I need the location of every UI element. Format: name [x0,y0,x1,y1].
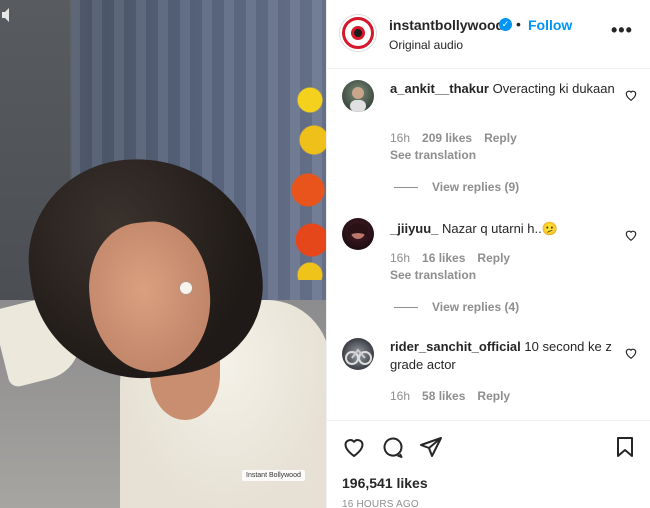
replies-divider [394,187,418,189]
comment-meta: 16h 209 likes Reply [390,131,517,145]
comments-list[interactable]: a_ankit__thakur Overacting ki dukaan 16h… [327,70,650,420]
comment-time: 16h [390,251,411,265]
replies-divider [394,307,418,309]
share-icon[interactable] [419,435,443,459]
comment-meta: 16h 58 likes Reply [390,389,510,403]
view-replies-label: View replies (9) [432,180,520,194]
post-likes-count[interactable]: 196,541 likes [342,475,428,491]
comment-text: a_ankit__thakur Overacting ki dukaan [390,80,616,98]
comment-likes[interactable]: 209 likes [422,131,472,145]
like-heart-icon[interactable] [342,435,366,459]
profile-avatar[interactable] [340,15,376,51]
post-actions-bar: 196,541 likes 16 HOURS AGO [327,420,650,508]
view-replies-button[interactable]: View replies (9) [394,180,519,194]
post-video[interactable]: Instant Bollywood [0,0,326,508]
comment-likes[interactable]: 16 likes [422,251,465,265]
comment-text: rider_sanchit_official 10 second ke z gr… [390,338,616,374]
comment-like-heart-icon[interactable] [624,346,638,360]
commenter-avatar[interactable] [342,338,374,370]
comment-content: Overacting ki dukaan [492,81,615,96]
comment-icon[interactable] [381,435,405,459]
more-options-icon[interactable]: ••• [611,21,633,39]
comment-likes[interactable]: 58 likes [422,389,465,403]
commenter-avatar[interactable] [342,218,374,250]
bookmark-icon[interactable] [613,435,637,459]
comment-meta: 16h 16 likes Reply [390,251,510,265]
avatar-logo-icon [345,20,371,46]
comment-username[interactable]: rider_sanchit_official [390,339,521,354]
comment-like-heart-icon[interactable] [624,88,638,102]
comment-time: 16h [390,389,411,403]
post-side-panel: instantbollywood ✓ • Follow Original aud… [326,0,650,508]
view-replies-label: View replies (4) [432,300,520,314]
comment-time: 16h [390,131,411,145]
profile-username[interactable]: instantbollywood [389,17,504,33]
comment-reply-button[interactable]: Reply [477,251,510,265]
see-translation-link[interactable]: See translation [390,268,476,282]
post-header: instantbollywood ✓ • Follow Original aud… [327,0,650,69]
video-watermark: Instant Bollywood [242,470,305,481]
comment-reply-button[interactable]: Reply [477,389,510,403]
original-audio-link[interactable]: Original audio [389,38,463,52]
earring [180,282,192,294]
comment-reply-button[interactable]: Reply [484,131,517,145]
verified-badge-icon: ✓ [499,18,512,31]
comment-like-heart-icon[interactable] [624,228,638,242]
follow-button[interactable]: Follow [528,17,572,33]
view-replies-button[interactable]: View replies (4) [394,300,519,314]
comment-content: Nazar q utarni h..🫤 [442,221,558,236]
flower-decoration [290,80,326,280]
audio-indicator-icon[interactable] [0,6,12,24]
post-timestamp[interactable]: 16 HOURS AGO [342,499,419,508]
header-separator: • [516,16,521,32]
commenter-avatar[interactable] [342,80,374,112]
see-translation-link[interactable]: See translation [390,148,476,162]
comment-username[interactable]: _jiiyuu_ [390,221,438,236]
comment-text: _jiiyuu_ Nazar q utarni h..🫤 [390,220,616,238]
comment-username[interactable]: a_ankit__thakur [390,81,489,96]
